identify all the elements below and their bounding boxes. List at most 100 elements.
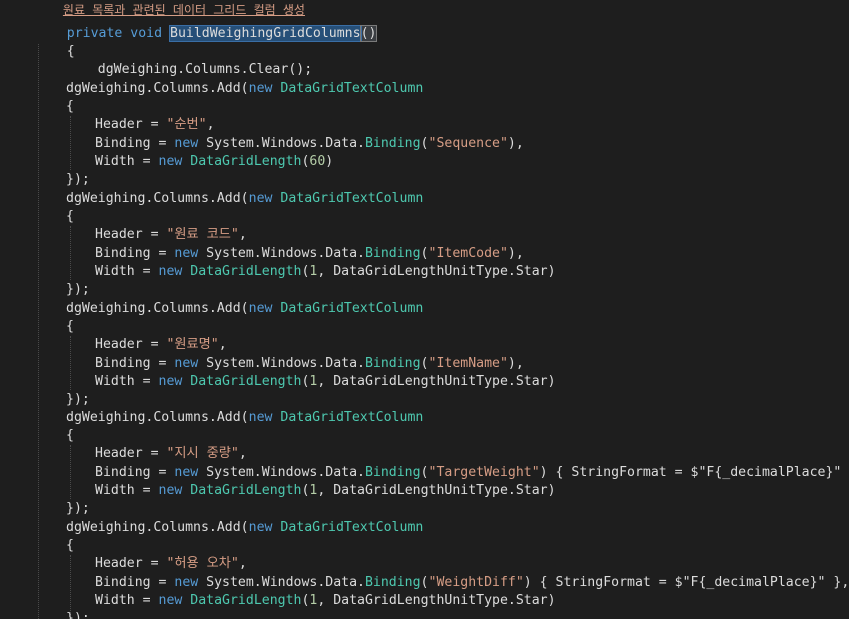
type-binding: Binding [364, 464, 421, 480]
width-assign: Width = [95, 263, 159, 279]
type-datagridtextcolumn: DataGridTextColumn [280, 81, 424, 96]
code-line-column-2-2[interactable]: { [66, 208, 74, 226]
header-comma: , [238, 227, 247, 243]
code-editor[interactable]: 원료 목록과 관련된 데이터 그리드 컬럼 생성 private void Bu… [0, 0, 849, 619]
type-binding: Binding [364, 355, 421, 371]
binding-namespace: System.Windows.Data. [198, 574, 365, 590]
keyword-new: new [174, 464, 199, 480]
code-line-column-1-6[interactable]: }); [66, 171, 90, 189]
code-line-column-2-4[interactable]: Binding = new System.Windows.Data.Bindin… [95, 245, 524, 263]
block-open-brace: { [66, 428, 74, 444]
type-datagridlength: DataGridLength [182, 482, 302, 498]
width-assign: Width = [95, 153, 159, 169]
type-binding: Binding [364, 135, 421, 151]
keyword-new: new [248, 410, 273, 425]
binding-assign: Binding = [95, 464, 175, 480]
code-line-column-3-5[interactable]: Width = new DataGridLength(1, DataGridLe… [95, 373, 556, 391]
code-line-column-3-3[interactable]: Header = "원료명", [95, 336, 227, 354]
code-line-column-1-2[interactable]: { [66, 98, 74, 116]
binding-assign: Binding = [95, 245, 175, 261]
block-open-brace: { [66, 319, 74, 335]
width-rest: , DataGridLengthUnitType.Star) [317, 482, 556, 498]
code-line-column-4-6[interactable]: }); [66, 500, 90, 518]
type-binding: Binding [364, 574, 421, 590]
header-assign: Header = [95, 337, 167, 353]
keyword-new: new [174, 245, 199, 261]
code-line-column-1-1[interactable]: dgWeighing.Columns.Add(new DataGridTextC… [66, 80, 423, 98]
header-comma: , [238, 446, 247, 462]
indent-guide [70, 226, 71, 280]
type-datagridtextcolumn: DataGridTextColumn [280, 191, 424, 206]
code-line-column-3-6[interactable]: }); [66, 391, 90, 409]
keyword-new: new [158, 482, 183, 498]
header-string: "허용 오차" [166, 556, 239, 572]
code-line-column-2-6[interactable]: }); [66, 281, 90, 299]
binding-open-paren: ( [420, 245, 429, 261]
keyword-new: new [174, 355, 199, 371]
code-line-column-3-4[interactable]: Binding = new System.Windows.Data.Bindin… [95, 355, 524, 373]
code-line-column-5-1[interactable]: dgWeighing.Columns.Add(new DataGridTextC… [66, 519, 423, 537]
header-assign: Header = [95, 556, 167, 572]
header-comma: , [238, 556, 247, 572]
binding-assign: Binding = [95, 574, 175, 590]
code-line-column-2-3[interactable]: Header = "원료 코드", [95, 226, 247, 244]
code-line-method-signature[interactable]: private void BuildWeighingGridColumns() [35, 7, 378, 42]
code-line-column-1-3[interactable]: Header = "순번", [95, 116, 215, 134]
code-line-column-1-4[interactable]: Binding = new System.Windows.Data.Bindin… [95, 135, 524, 153]
code-line-clear[interactable]: dgWeighing.Columns.Clear(); [66, 43, 312, 77]
block-close: }); [66, 392, 90, 407]
columns-add-call: dgWeighing.Columns.Add( [66, 410, 249, 425]
code-line-column-1-5[interactable]: Width = new DataGridLength(60) [95, 153, 333, 171]
width-assign: Width = [95, 373, 159, 389]
keyword-new: new [158, 153, 183, 169]
binding-open-paren: ( [420, 574, 429, 590]
code-line-column-2-1[interactable]: dgWeighing.Columns.Add(new DataGridTextC… [66, 190, 423, 208]
code-line-column-5-3[interactable]: Header = "허용 오차", [95, 555, 247, 573]
code-line-column-4-5[interactable]: Width = new DataGridLength(1, DataGridLe… [95, 482, 556, 500]
binding-open-paren: ( [420, 135, 429, 151]
keyword-new: new [158, 373, 183, 389]
keyword-new: new [248, 81, 273, 96]
code-line-column-4-2[interactable]: { [66, 427, 74, 445]
code-line-column-4-4[interactable]: Binding = new System.Windows.Data.Bindin… [95, 464, 849, 482]
code-line-column-2-5[interactable]: Width = new DataGridLength(1, DataGridLe… [95, 263, 556, 281]
binding-string-format: { StringFormat = $"F{_decimalPlace}" }, [531, 574, 849, 590]
header-string: "지시 중량" [166, 446, 239, 462]
code-line-column-5-4[interactable]: Binding = new System.Windows.Data.Bindin… [95, 574, 849, 592]
binding-close: ), [507, 135, 524, 151]
header-comma: , [218, 337, 227, 353]
code-line-column-3-2[interactable]: { [66, 318, 74, 336]
binding-namespace: System.Windows.Data. [198, 245, 365, 261]
width-assign: Width = [95, 482, 159, 498]
keyword-new: new [248, 520, 273, 535]
indent-guide [70, 116, 71, 170]
binding-close: ), [507, 245, 524, 261]
code-line-column-4-1[interactable]: dgWeighing.Columns.Add(new DataGridTextC… [66, 409, 423, 427]
keyword-new: new [248, 301, 273, 316]
binding-assign: Binding = [95, 355, 175, 371]
width-rest: , DataGridLengthUnitType.Star) [317, 263, 556, 279]
width-number: 60 [309, 153, 326, 169]
binding-assign: Binding = [95, 135, 175, 151]
indent-guide [70, 555, 71, 615]
binding-path-string: "WeightDiff" [428, 574, 524, 590]
keyword-new: new [174, 135, 199, 151]
method-parens: () [359, 25, 378, 42]
code-line-column-5-5[interactable]: Width = new DataGridLength(1, DataGridLe… [95, 592, 556, 610]
header-string: "원료명" [166, 337, 219, 353]
code-line-open-brace[interactable]: { [35, 25, 75, 59]
block-open-brace: { [66, 209, 74, 225]
binding-path-string: "TargetWeight" [428, 464, 540, 480]
code-line-column-5-6[interactable]: }); [66, 610, 90, 619]
code-line-column-5-2[interactable]: { [66, 537, 74, 555]
binding-open-paren: ( [420, 464, 429, 480]
method-name-selected[interactable]: BuildWeighingGridColumns [169, 25, 362, 42]
width-rest: , DataGridLengthUnitType.Star) [317, 592, 556, 608]
type-datagridlength: DataGridLength [182, 153, 302, 169]
header-comma: , [206, 117, 215, 133]
binding-namespace: System.Windows.Data. [198, 464, 365, 480]
block-close: }); [66, 172, 90, 187]
code-line-column-4-3[interactable]: Header = "지시 중량", [95, 445, 247, 463]
binding-namespace: System.Windows.Data. [198, 355, 365, 371]
code-line-column-3-1[interactable]: dgWeighing.Columns.Add(new DataGridTextC… [66, 300, 423, 318]
